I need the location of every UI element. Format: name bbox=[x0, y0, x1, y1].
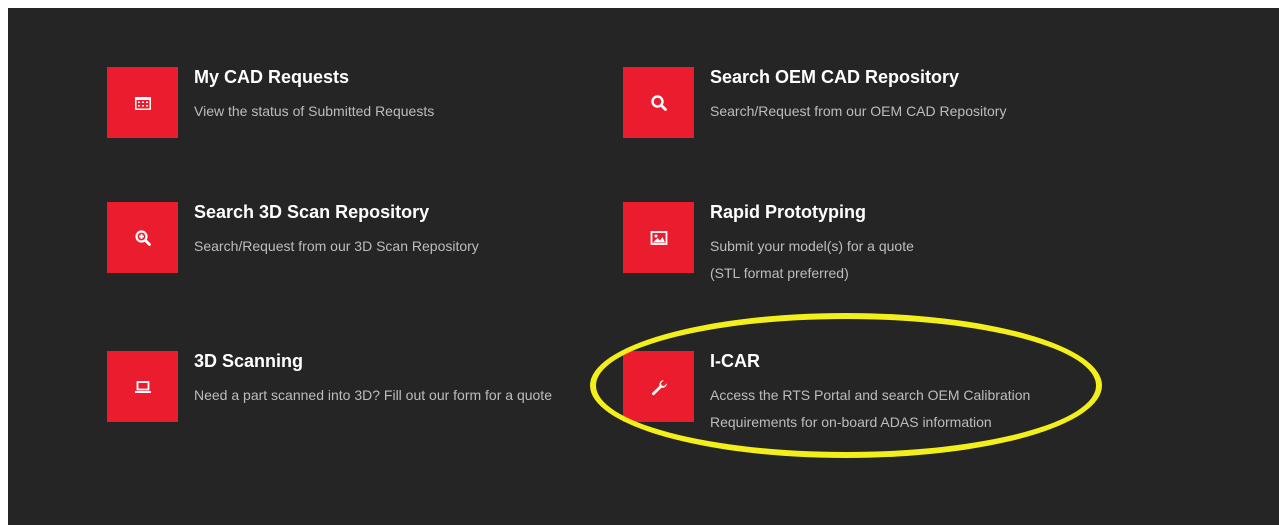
my-cad-requests-tile[interactable] bbox=[107, 67, 178, 138]
card-description: Need a part scanned into 3D? Fill out ou… bbox=[194, 387, 552, 403]
search-icon bbox=[650, 94, 667, 111]
rapid-prototyping-tile[interactable] bbox=[623, 202, 694, 273]
laptop-icon bbox=[134, 380, 151, 393]
card-title[interactable]: 3D Scanning bbox=[194, 351, 303, 371]
i-car-card[interactable]: I-CAR Access the RTS Portal and search O… bbox=[623, 351, 1073, 431]
card-description: Search/Request from our 3D Scan Reposito… bbox=[194, 238, 479, 254]
zoom-in-icon bbox=[134, 229, 151, 246]
card-title[interactable]: Search OEM CAD Repository bbox=[710, 67, 959, 87]
card-description: Search/Request from our OEM CAD Reposito… bbox=[710, 103, 1007, 119]
card-description: Access the RTS Portal and search OEM Cal… bbox=[710, 387, 1031, 430]
card-title[interactable]: My CAD Requests bbox=[194, 67, 349, 87]
image-icon bbox=[650, 230, 667, 245]
3d-scanning-tile[interactable] bbox=[107, 351, 178, 422]
card-title[interactable]: Search 3D Scan Repository bbox=[194, 202, 429, 222]
search-3d-scan-repository-tile[interactable] bbox=[107, 202, 178, 273]
card-description: Submit your model(s) for a quote (STL fo… bbox=[710, 238, 914, 281]
my-cad-requests-card[interactable]: My CAD Requests View the status of Submi… bbox=[107, 67, 527, 139]
card-title[interactable]: I-CAR bbox=[710, 351, 760, 371]
i-car-tile[interactable] bbox=[623, 351, 694, 422]
wrench-icon bbox=[651, 379, 667, 395]
card-description: View the status of Submitted Requests bbox=[194, 103, 435, 119]
rapid-prototyping-card[interactable]: Rapid Prototyping Submit your model(s) f… bbox=[623, 202, 1063, 282]
3d-scanning-card[interactable]: 3D Scanning Need a part scanned into 3D?… bbox=[107, 351, 597, 423]
search-3d-scan-repository-card[interactable]: Search 3D Scan Repository Search/Request… bbox=[107, 202, 527, 274]
search-oem-cad-repository-card[interactable]: Search OEM CAD Repository Search/Request… bbox=[623, 67, 1063, 139]
calendar-icon bbox=[134, 96, 151, 110]
search-oem-cad-repository-tile[interactable] bbox=[623, 67, 694, 138]
card-title[interactable]: Rapid Prototyping bbox=[710, 202, 866, 222]
